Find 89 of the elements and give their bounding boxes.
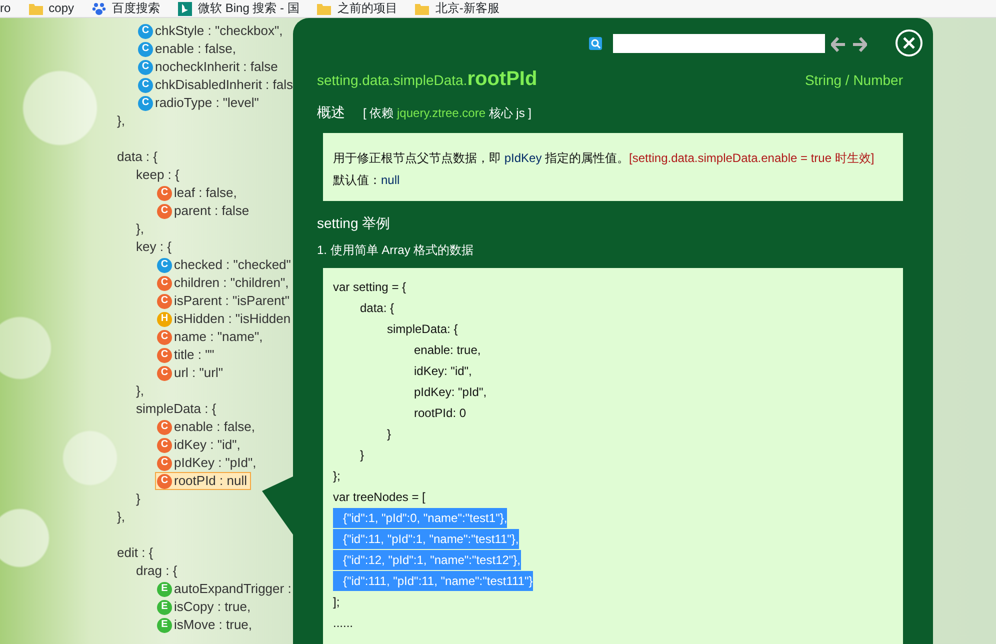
tree-item[interactable]: C isParent : "isParent" [155, 292, 294, 310]
type-badge: C [157, 294, 172, 308]
type-badge: C [157, 366, 172, 380]
tree-item[interactable]: E isMove : true, [155, 616, 256, 634]
type-badge: C [157, 258, 172, 272]
tree-item[interactable]: C pIdKey : "pId", [155, 454, 260, 472]
type-badge: C [157, 420, 172, 434]
type-badge: E [157, 600, 172, 614]
next-button[interactable] [852, 34, 867, 52]
previous-button[interactable] [831, 34, 846, 52]
folder-icon [415, 2, 430, 14]
search-icon[interactable] [589, 36, 602, 50]
type-badge: C [138, 78, 153, 92]
code-line: simpleData: { [386, 321, 458, 338]
bookmark-link[interactable]: 北京-新客服 [415, 0, 500, 17]
type-badge: C [157, 186, 172, 200]
folder-icon [28, 2, 43, 14]
type-badge: H [157, 312, 172, 326]
type-badge: E [157, 582, 172, 596]
type-badge: E [157, 618, 172, 632]
tree-item[interactable]: C chkDisabledInherit : fals [136, 76, 298, 94]
tree-item[interactable]: H isHidden : "isHidden [155, 310, 295, 328]
code-line: ...... [333, 615, 354, 632]
tree-item[interactable]: C parent : false [155, 202, 254, 220]
tree-group-label: drag : { [136, 562, 178, 580]
paw-icon [92, 2, 106, 16]
folder-icon [317, 2, 332, 14]
tree-item[interactable]: C radioType : "level" [136, 94, 263, 112]
tree-item[interactable]: C title : "" [155, 346, 218, 364]
description-text: 用于修正根节点父节点数据，即 pIdKey 指定的属性值。[setting.data.simpleData.enable = true 时生效] [333, 150, 876, 167]
tree-group-label: data : { [117, 148, 158, 166]
tree-item[interactable]: C enable : false, [136, 40, 240, 58]
tree-item[interactable]: E autoExpandTrigger : [155, 580, 296, 598]
tree-group-close: } [136, 490, 140, 508]
tree-item[interactable]: C name : "name", [155, 328, 267, 346]
code-line: data: { [359, 300, 394, 317]
code-line: }; [333, 468, 340, 485]
type-badge: C [157, 204, 172, 218]
property-title: setting.data.simpleData.rootPId [317, 67, 538, 92]
code-line: pIdKey: "pId", [413, 384, 487, 401]
bookmark-link[interactable]: ro [0, 0, 11, 17]
tree-item[interactable]: E isCopy : true, [155, 598, 255, 616]
type-badge: C [157, 474, 172, 488]
code-line: } [359, 447, 364, 464]
close-button[interactable] [895, 29, 923, 57]
type-badge: C [138, 60, 153, 74]
code-line: ]; [333, 594, 340, 611]
section-heading: 概述 [317, 103, 345, 122]
code-line: var setting = { [333, 279, 406, 296]
bookmark-link[interactable]: 百度搜索 [92, 0, 160, 17]
code-line: enable: true, [413, 342, 481, 359]
type-badge: C [157, 438, 172, 452]
tree-group-close: }, [117, 508, 125, 526]
type-badge: C [138, 24, 153, 38]
type-badge: C [157, 276, 172, 290]
example-title: 1. 使用简单 Array 格式的数据 [317, 242, 475, 259]
tree-item[interactable]: C url : "url" [155, 364, 227, 382]
tree-group-close: }, [136, 220, 144, 238]
tree-group-label: key : { [136, 238, 172, 256]
code-line: idKey: "id", [413, 363, 472, 380]
bookmark-link[interactable]: 之前的项目 [317, 0, 398, 17]
tree-item[interactable]: C leaf : false, [155, 184, 241, 202]
tree-item[interactable]: C idKey : "id", [155, 436, 244, 454]
type-badge: C [138, 42, 153, 56]
tree-group-close: }, [117, 112, 125, 130]
bookmark-link[interactable]: 微软 Bing 搜索 - 国 [178, 0, 300, 17]
tree-group-label: keep : { [136, 166, 180, 184]
bookmark-link[interactable]: copy [28, 0, 74, 17]
type-badge: C [157, 456, 172, 470]
dependency-text: [ 依赖 jquery.ztree.core 核心 js ] [363, 105, 532, 122]
tree-group-label: edit : { [117, 544, 154, 562]
default-value-text: 默认值：null [333, 172, 401, 189]
type-badge: C [157, 330, 172, 344]
code-line: rootPId: 0 [413, 405, 466, 422]
tree-item[interactable]: C chkStyle : "checkbox", [136, 22, 287, 40]
search-field[interactable] [613, 34, 825, 52]
tree-item[interactable]: C checked : "checked" [155, 256, 295, 274]
code-line: var treeNodes = [ [333, 489, 426, 506]
tree-item[interactable]: C rootPId : null [155, 472, 251, 490]
tree-item[interactable]: C children : "children", [155, 274, 293, 292]
type-badge: C [138, 96, 153, 110]
tree-group-label: simpleData : { [136, 400, 216, 418]
type-label: String / Number [804, 71, 903, 90]
section-heading: setting 举例 [317, 214, 392, 233]
type-badge: C [157, 348, 172, 362]
tree-item[interactable]: C enable : false, [155, 418, 259, 436]
code-line: } [386, 426, 392, 443]
tree-item[interactable]: C nocheckInherit : false [136, 58, 282, 76]
tree-group-close: }, [136, 382, 144, 400]
